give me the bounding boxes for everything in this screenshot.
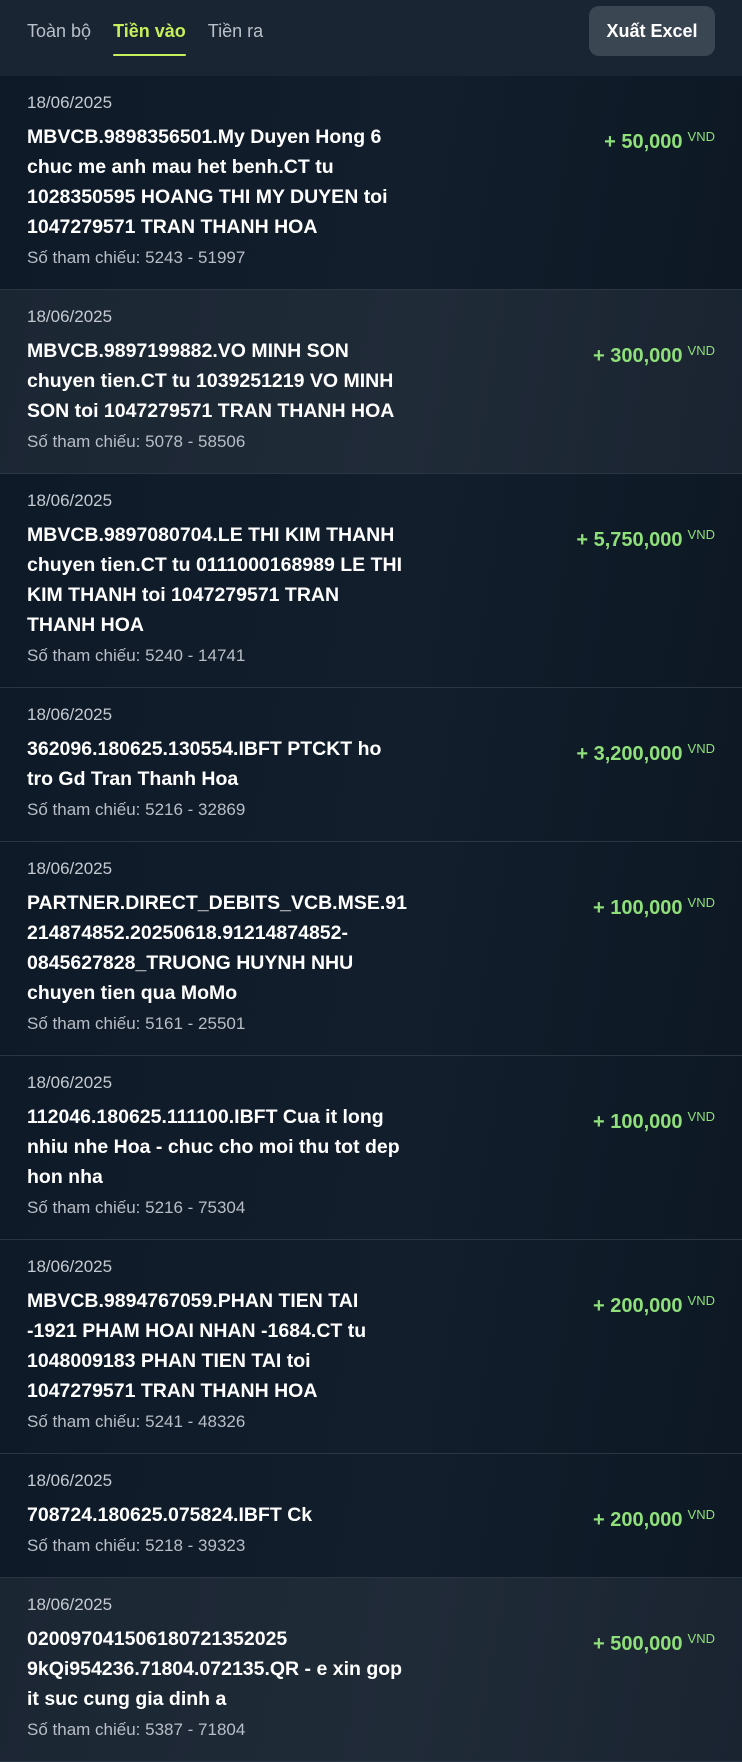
transaction-amount: + 3,200,000 VND — [576, 742, 715, 766]
transaction-item[interactable]: 18/06/2025 MBVCB.9894767059.PHAN TIEN TA… — [0, 1240, 742, 1454]
transaction-date: 18/06/2025 — [27, 1595, 113, 1614]
transaction-amount: + 200,000 VND — [593, 1294, 715, 1318]
amount-currency: VND — [687, 1293, 715, 1308]
transaction-amount: + 300,000 VND — [593, 344, 715, 368]
transaction-reference: Số tham chiếu: 5387 - 71804 — [27, 1720, 246, 1739]
transaction-item[interactable]: 18/06/2025 020097041506180721352025 9kQi… — [0, 1578, 742, 1762]
transaction-date: 18/06/2025 — [27, 307, 113, 326]
transaction-amount: + 50,000 VND — [604, 130, 715, 154]
transaction-description: MBVCB.9894767059.PHAN TIEN TAI -1921 PHA… — [27, 1290, 367, 1402]
amount-currency: VND — [687, 527, 715, 542]
amount-currency: VND — [687, 343, 715, 358]
transaction-reference: Số tham chiếu: 5216 - 32869 — [27, 800, 246, 819]
transaction-amount: + 200,000 VND — [593, 1508, 715, 1532]
amount-value: + 3,200,000 — [576, 743, 683, 765]
amount-value: + 300,000 — [593, 345, 683, 367]
transaction-item[interactable]: 18/06/2025 112046.180625.111100.IBFT Cua… — [0, 1056, 742, 1240]
transaction-reference: Số tham chiếu: 5240 - 14741 — [27, 646, 246, 665]
transaction-amount: + 100,000 VND — [593, 1110, 715, 1134]
transaction-reference: Số tham chiếu: 5161 - 25501 — [27, 1014, 246, 1033]
transaction-description: MBVCB.9897080704.LE THI KIM THANH chuyen… — [27, 524, 403, 636]
amount-value: + 5,750,000 — [576, 529, 683, 551]
transaction-date: 18/06/2025 — [27, 1471, 113, 1490]
transaction-item[interactable]: 18/06/2025 708724.180625.075824.IBFT Ck … — [0, 1454, 742, 1578]
amount-currency: VND — [687, 1507, 715, 1522]
transaction-description: MBVCB.9897199882.VO MINH SON chuyen tien… — [27, 340, 395, 422]
transaction-item[interactable]: 18/06/2025 MBVCB.9897080704.LE THI KIM T… — [0, 474, 742, 688]
transaction-description: 112046.180625.111100.IBFT Cua it long nh… — [27, 1106, 400, 1188]
filter-tabs: Toàn bộ Tiền vào Tiền ra — [27, 0, 285, 62]
transaction-date: 18/06/2025 — [27, 1257, 113, 1276]
amount-value: + 200,000 — [593, 1295, 683, 1317]
transaction-reference: Số tham chiếu: 5216 - 75304 — [27, 1198, 246, 1217]
transaction-description: 708724.180625.075824.IBFT Ck — [27, 1504, 313, 1526]
amount-value: + 200,000 — [593, 1509, 683, 1531]
transaction-reference: Số tham chiếu: 5218 - 39323 — [27, 1536, 246, 1555]
amount-currency: VND — [687, 1631, 715, 1646]
export-excel-button[interactable]: Xuất Excel — [589, 6, 715, 56]
amount-value: + 100,000 — [593, 897, 683, 919]
transaction-description: 020097041506180721352025 9kQi954236.7180… — [27, 1628, 403, 1710]
transaction-reference: Số tham chiếu: 5243 - 51997 — [27, 248, 246, 267]
transaction-amount: + 100,000 VND — [593, 896, 715, 920]
amount-value: + 100,000 — [593, 1111, 683, 1133]
amount-value: + 500,000 — [593, 1633, 683, 1655]
transaction-date: 18/06/2025 — [27, 859, 113, 878]
transaction-date: 18/06/2025 — [27, 93, 113, 112]
amount-value: + 50,000 — [604, 131, 683, 153]
amount-currency: VND — [687, 1109, 715, 1124]
transaction-reference: Số tham chiếu: 5078 - 58506 — [27, 432, 246, 451]
tab-money-in[interactable]: Tiền vào — [113, 0, 186, 62]
transaction-date: 18/06/2025 — [27, 705, 113, 724]
transaction-date: 18/06/2025 — [27, 1073, 113, 1092]
tab-all[interactable]: Toàn bộ — [27, 0, 91, 62]
transaction-date: 18/06/2025 — [27, 491, 113, 510]
transaction-amount: + 5,750,000 VND — [576, 528, 715, 552]
tab-money-out[interactable]: Tiền ra — [208, 0, 263, 62]
transaction-reference: Số tham chiếu: 5241 - 48326 — [27, 1412, 246, 1431]
transaction-item[interactable]: 18/06/2025 PARTNER.DIRECT_DEBITS_VCB.MSE… — [0, 842, 742, 1056]
top-bar: Toàn bộ Tiền vào Tiền ra Xuất Excel — [0, 0, 742, 76]
amount-currency: VND — [687, 741, 715, 756]
transaction-item[interactable]: 18/06/2025 362096.180625.130554.IBFT PTC… — [0, 688, 742, 842]
transaction-description: 362096.180625.130554.IBFT PTCKT ho tro G… — [27, 738, 382, 790]
transaction-amount: + 500,000 VND — [593, 1632, 715, 1656]
amount-currency: VND — [687, 895, 715, 910]
amount-currency: VND — [687, 129, 715, 144]
transaction-description: MBVCB.9898356501.My Duyen Hong 6 chuc me… — [27, 126, 388, 238]
transaction-description: PARTNER.DIRECT_DEBITS_VCB.MSE.9121487485… — [27, 892, 407, 1004]
transaction-item[interactable]: 18/06/2025 MBVCB.9898356501.My Duyen Hon… — [0, 76, 742, 290]
transaction-list: 18/06/2025 MBVCB.9898356501.My Duyen Hon… — [0, 76, 742, 1762]
transaction-item[interactable]: 18/06/2025 MBVCB.9897199882.VO MINH SON … — [0, 290, 742, 474]
